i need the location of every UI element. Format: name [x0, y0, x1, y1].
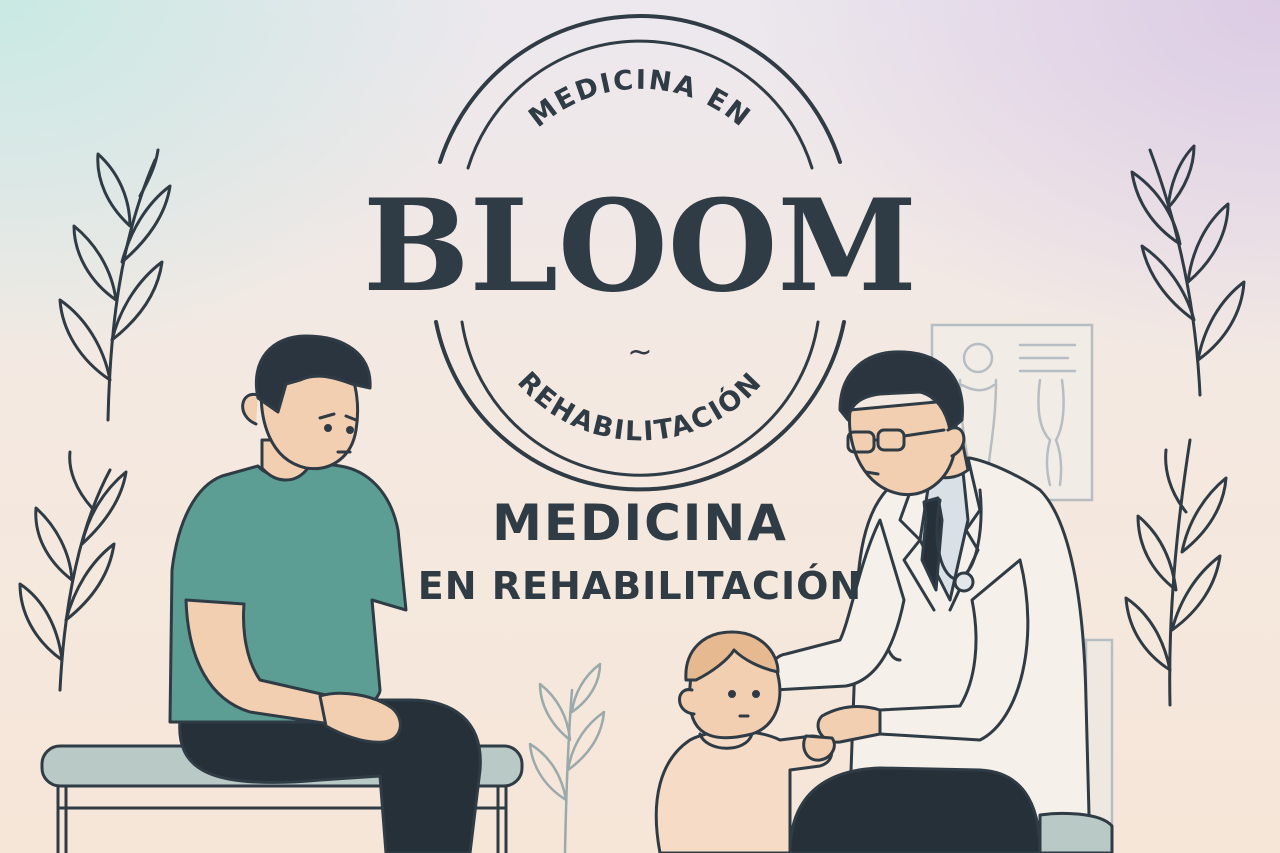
leaf-sprig-icon — [1130, 144, 1246, 397]
logo-wordmark: BLOOM — [363, 172, 917, 320]
logo-bottom-text: REHABILITACIÓN — [511, 366, 768, 448]
illustration-scene: MEDICINA EN BLOOM ~ REHABILITACIÓN MEDIC… — [0, 0, 1280, 853]
headline-line-2: EN REHABILITACIÓN — [417, 564, 863, 608]
leaf-sprig-icon — [528, 662, 606, 853]
illustration-art: MEDICINA EN BLOOM ~ REHABILITACIÓN — [18, 14, 1246, 853]
logo-top-text: MEDICINA EN — [523, 65, 757, 134]
headline-line-1: MEDICINA — [492, 494, 788, 552]
leaf-sprig-icon — [58, 148, 172, 422]
logo-separator: ~ — [627, 335, 652, 370]
